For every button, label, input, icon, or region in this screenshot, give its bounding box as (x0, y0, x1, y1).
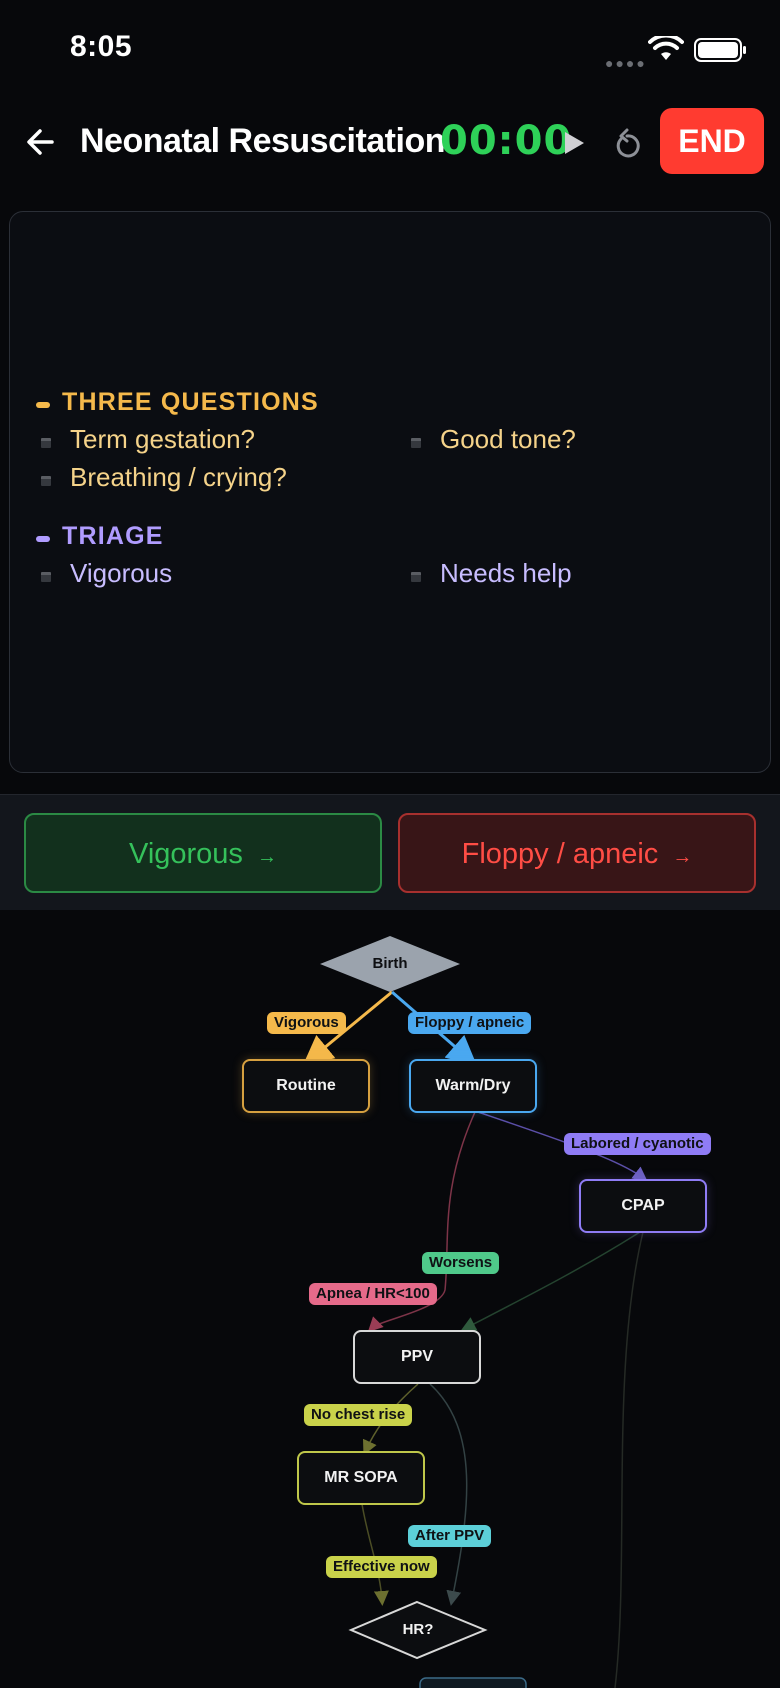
edge-label-vigorous: Vigorous (267, 1012, 346, 1034)
status-bar: 8:05 ●●●● (0, 0, 780, 100)
arrow-right-icon: → (672, 846, 693, 868)
question-term-gestation: Term gestation? (70, 424, 255, 454)
question-good-tone: Good tone? (440, 424, 576, 454)
bullet-icon (411, 572, 421, 582)
bullet-icon (41, 476, 51, 486)
edge-label-apnea-hr: Apnea / HR<100 (309, 1283, 437, 1305)
edge-label-floppy-apneic: Floppy / apneic (408, 1012, 532, 1034)
edge-label-effective-now: Effective now (326, 1556, 437, 1578)
info-panel: THREE QUESTIONS Term gestation? Good ton… (9, 211, 771, 773)
page-title: Neonatal Resuscitation (80, 122, 445, 160)
next-node-partial (419, 1677, 527, 1688)
node-hr[interactable]: HR? (378, 1621, 458, 1638)
edge-label-after-ppv: After PPV (408, 1525, 492, 1547)
end-button[interactable]: END (660, 108, 764, 174)
floppy-apneic-button[interactable]: Floppy / apneic → (398, 813, 756, 893)
node-warm-dry[interactable]: Warm/Dry (409, 1059, 537, 1113)
flowchart: Birth Routine Warm/Dry CPAP PPV MR SOPA … (0, 910, 780, 1688)
play-icon[interactable] (562, 130, 586, 156)
edge-label-no-chest-rise: No chest rise (304, 1404, 413, 1426)
reset-icon[interactable] (612, 126, 642, 160)
question-breathing: Breathing / crying? (70, 462, 287, 492)
section-marker (36, 536, 50, 542)
section-title-three-questions: THREE QUESTIONS (62, 388, 319, 416)
node-birth[interactable]: Birth (350, 955, 430, 972)
bullet-icon (41, 438, 51, 448)
app-header: Neonatal Resuscitation 00:00 END (0, 100, 780, 200)
vigorous-button-label: Vigorous (129, 838, 243, 870)
bullet-icon (411, 438, 421, 448)
floppy-apneic-button-label: Floppy / apneic (461, 838, 659, 870)
wifi-icon (648, 36, 684, 60)
choice-tray: Vigorous → Floppy / apneic → (0, 794, 780, 910)
bullet-icon (41, 572, 51, 582)
back-arrow-icon[interactable] (22, 120, 62, 164)
vigorous-button[interactable]: Vigorous → (24, 813, 382, 893)
node-routine[interactable]: Routine (242, 1059, 370, 1113)
section-marker (36, 402, 50, 408)
node-cpap[interactable]: CPAP (579, 1179, 707, 1233)
node-ppv[interactable]: PPV (353, 1330, 481, 1384)
signal-dots-icon: ●●●● (605, 55, 647, 71)
triage-needs-help: Needs help (440, 558, 572, 588)
arrow-right-icon: → (257, 846, 277, 868)
triage-vigorous: Vigorous (70, 558, 173, 588)
section-title-triage: TRIAGE (62, 522, 164, 550)
battery-icon (694, 38, 746, 62)
edge-label-labored-cyanotic: Labored / cyanotic (564, 1133, 711, 1155)
timer-display: 00:00 (440, 118, 573, 164)
edge-label-worsens: Worsens (422, 1252, 500, 1274)
status-time: 8:05 (70, 30, 133, 63)
node-mr-sopa[interactable]: MR SOPA (297, 1451, 425, 1505)
